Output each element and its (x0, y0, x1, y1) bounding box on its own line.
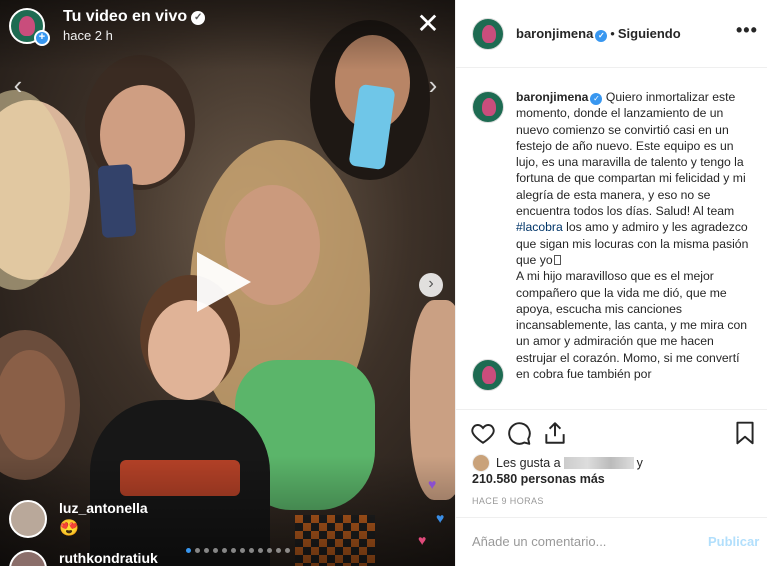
carousel-dot (240, 548, 245, 553)
instagram-post-view: + Tu video en vivo ✓ hace 2 h ✕ ‹ › › ♥ ♥… (0, 0, 767, 566)
comment-input[interactable] (472, 534, 692, 549)
share-icon[interactable] (542, 420, 568, 446)
carousel-dot (267, 548, 272, 553)
carousel-dot (195, 548, 200, 553)
carousel-dot (231, 548, 236, 553)
floating-heart-icon: ♥ (428, 476, 437, 492)
carousel-dot (276, 548, 281, 553)
header-separator: • (610, 26, 615, 41)
hashtag-link[interactable]: #lacobra (516, 220, 563, 234)
follow-status-button[interactable]: Siguiendo (618, 26, 681, 41)
next-video-icon[interactable]: › (419, 273, 443, 297)
comment-avatar[interactable] (9, 500, 47, 538)
heart-outline-icon[interactable] (470, 420, 496, 446)
post-header: baronjimena ✓ • Siguiendo ••• (456, 0, 767, 68)
likes-row: Les gusta a y (472, 454, 643, 472)
likes-and: y (636, 456, 643, 470)
comment-user[interactable]: ruthkondratiuk (59, 550, 158, 566)
likes-count[interactable]: 210.580 personas más (472, 472, 605, 486)
header-user-row: baronjimena ✓ • Siguiendo (516, 26, 681, 42)
carousel-dot (249, 548, 254, 553)
bookmark-icon[interactable] (732, 420, 758, 446)
video-scene-shape (148, 300, 230, 400)
carousel-dot (213, 548, 218, 553)
verified-icon: ✓ (595, 30, 608, 42)
caption-area: baronjimena ✓ Quiero inmortalizar este mo… (456, 69, 767, 409)
liker-avatar[interactable] (472, 454, 490, 472)
comment-avatar[interactable] (9, 550, 47, 566)
live-time: hace 2 h (63, 28, 113, 43)
add-comment-bar: Publicar (456, 517, 767, 566)
verified-icon: ✓ (191, 11, 206, 25)
caption-author-avatar[interactable] (472, 91, 504, 123)
close-icon[interactable]: ✕ (416, 10, 440, 38)
post-panel: baronjimena ✓ • Siguiendo ••• baronjimena ✓ … (455, 0, 767, 566)
carousel-dot (222, 548, 227, 553)
carousel-dot (204, 548, 209, 553)
floating-heart-icon: ♥ (436, 510, 445, 526)
play-icon[interactable] (197, 252, 251, 312)
comment-author-avatar[interactable] (472, 359, 504, 391)
comment-text: 😍 (59, 520, 79, 537)
likes-count-text: 210.580 personas más (472, 472, 605, 486)
floating-heart-icon: ♥ (418, 532, 427, 548)
caption-username[interactable]: baronjimena (516, 90, 588, 104)
carousel-dot (285, 548, 290, 553)
live-comment: ruthkondratiuk (9, 550, 158, 566)
live-comment: luz_antonella 😍 (9, 500, 148, 538)
previous-story-icon[interactable]: ‹ (8, 70, 28, 100)
caption-paragraph: A mi hijo maravilloso que es el mejor co… (516, 269, 747, 382)
video-scene-shape (97, 163, 137, 239)
blurred-username (563, 457, 634, 469)
author-avatar[interactable] (472, 18, 504, 50)
verified-icon: ✓ (590, 93, 603, 105)
add-story-icon[interactable]: + (34, 30, 50, 46)
carousel-dot (186, 548, 191, 553)
comment-user[interactable]: luz_antonella (59, 500, 148, 516)
live-title-text: Tu video en vivo (63, 8, 188, 25)
comment-bubble-icon[interactable] (506, 420, 532, 446)
next-story-icon[interactable]: › (423, 70, 443, 100)
missing-glyph-icon (553, 254, 561, 265)
carousel-dot (258, 548, 263, 553)
avatar-logo (19, 16, 35, 36)
live-video-player[interactable]: + Tu video en vivo ✓ hace 2 h ✕ ‹ › › ♥ ♥… (0, 0, 455, 566)
author-username[interactable]: baronjimena (516, 26, 593, 41)
likes-prefix: Les gusta a (496, 456, 561, 470)
carousel-indicator (186, 548, 290, 553)
post-timestamp: HACE 9 HORAS (472, 496, 544, 506)
caption-text: baronjimena ✓ Quiero inmortalizar este mo… (516, 89, 756, 382)
publish-button[interactable]: Publicar (708, 534, 759, 549)
post-actions: Les gusta a y 210.580 personas más HACE … (456, 409, 767, 517)
caption-paragraph: Quiero inmortalizar este momento, donde … (516, 90, 746, 219)
live-title: Tu video en vivo ✓ (63, 8, 206, 26)
more-options-icon[interactable]: ••• (736, 20, 758, 41)
